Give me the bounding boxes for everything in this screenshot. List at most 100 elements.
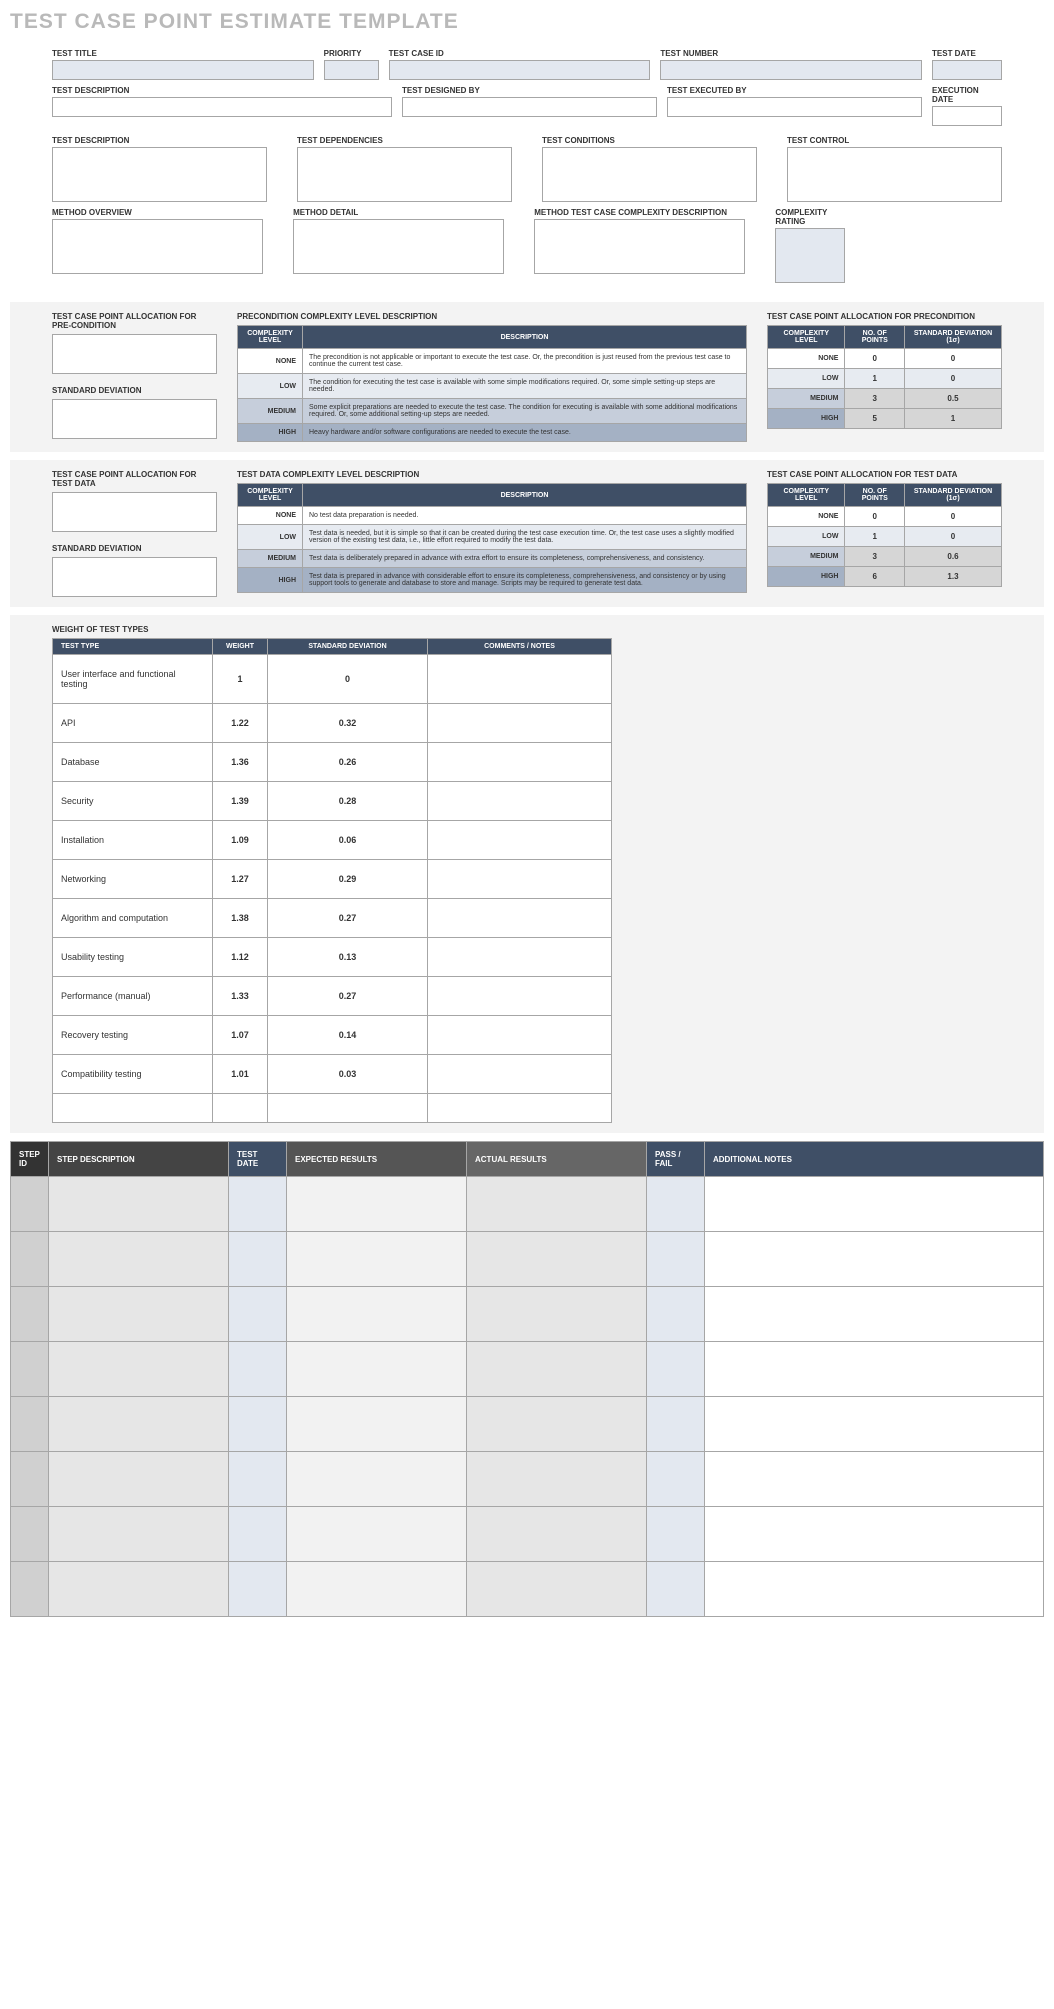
weight-value-cell: 1.36 bbox=[213, 743, 268, 782]
step-expected-cell[interactable] bbox=[287, 1562, 467, 1617]
step-actual-cell[interactable] bbox=[467, 1397, 647, 1452]
step-id-cell[interactable] bbox=[11, 1507, 49, 1562]
step-id-cell[interactable] bbox=[11, 1562, 49, 1617]
th-td-level: COMPLEXITY LEVEL bbox=[238, 484, 303, 507]
step-id-cell[interactable] bbox=[11, 1287, 49, 1342]
input-testdata-sd[interactable] bbox=[52, 557, 217, 597]
input-method-overview[interactable] bbox=[52, 219, 263, 274]
step-expected-cell[interactable] bbox=[287, 1232, 467, 1287]
input-test-case-id[interactable] bbox=[389, 60, 651, 80]
step-actual-cell[interactable] bbox=[467, 1507, 647, 1562]
step-notes-cell[interactable] bbox=[705, 1562, 1044, 1617]
step-passfail-cell[interactable] bbox=[647, 1287, 705, 1342]
input-test-dependencies[interactable] bbox=[297, 147, 512, 202]
step-notes-cell[interactable] bbox=[705, 1177, 1044, 1232]
step-notes-cell[interactable] bbox=[705, 1342, 1044, 1397]
step-date-cell[interactable] bbox=[229, 1452, 287, 1507]
step-date-cell[interactable] bbox=[229, 1397, 287, 1452]
step-date-cell[interactable] bbox=[229, 1507, 287, 1562]
input-complexity-rating[interactable] bbox=[775, 228, 845, 283]
step-actual-cell[interactable] bbox=[467, 1452, 647, 1507]
weight-value-cell bbox=[213, 1094, 268, 1123]
input-test-conditions[interactable] bbox=[542, 147, 757, 202]
input-test-description[interactable] bbox=[52, 147, 267, 202]
step-passfail-cell[interactable] bbox=[647, 1232, 705, 1287]
step-id-cell[interactable] bbox=[11, 1342, 49, 1397]
input-priority[interactable] bbox=[324, 60, 379, 80]
step-expected-cell[interactable] bbox=[287, 1452, 467, 1507]
step-passfail-cell[interactable] bbox=[647, 1397, 705, 1452]
step-notes-cell[interactable] bbox=[705, 1507, 1044, 1562]
step-actual-cell[interactable] bbox=[467, 1232, 647, 1287]
step-id-cell[interactable] bbox=[11, 1177, 49, 1232]
step-id-cell[interactable] bbox=[11, 1452, 49, 1507]
input-testdata-allocation[interactable] bbox=[52, 492, 217, 532]
input-test-date[interactable] bbox=[932, 60, 1002, 80]
step-date-cell[interactable] bbox=[229, 1342, 287, 1397]
label-method-detail: METHOD DETAIL bbox=[293, 208, 504, 217]
step-notes-cell[interactable] bbox=[705, 1397, 1044, 1452]
input-test-title[interactable] bbox=[52, 60, 314, 80]
step-passfail-cell[interactable] bbox=[647, 1507, 705, 1562]
step-passfail-cell[interactable] bbox=[647, 1452, 705, 1507]
step-actual-cell[interactable] bbox=[467, 1287, 647, 1342]
input-test-number[interactable] bbox=[660, 60, 922, 80]
step-date-cell[interactable] bbox=[229, 1177, 287, 1232]
step-desc-cell[interactable] bbox=[49, 1287, 229, 1342]
step-desc-cell[interactable] bbox=[49, 1342, 229, 1397]
step-desc-cell[interactable] bbox=[49, 1232, 229, 1287]
step-notes-cell[interactable] bbox=[705, 1452, 1044, 1507]
input-test-designed-by[interactable] bbox=[402, 97, 657, 117]
input-precond-sd[interactable] bbox=[52, 399, 217, 439]
weight-comment-cell[interactable] bbox=[428, 743, 612, 782]
weight-comment-cell[interactable] bbox=[428, 860, 612, 899]
precond-left-title: TEST CASE POINT ALLOCATION FOR PRE-CONDI… bbox=[52, 312, 217, 330]
step-expected-cell[interactable] bbox=[287, 1287, 467, 1342]
step-date-cell[interactable] bbox=[229, 1232, 287, 1287]
weight-type-cell: Performance (manual) bbox=[53, 977, 213, 1016]
step-id-cell[interactable] bbox=[11, 1397, 49, 1452]
step-desc-cell[interactable] bbox=[49, 1397, 229, 1452]
input-method-complexity-desc[interactable] bbox=[534, 219, 745, 274]
step-desc-cell[interactable] bbox=[49, 1177, 229, 1232]
th-comments: COMMENTS / NOTES bbox=[428, 639, 612, 655]
testdata-left-title: TEST CASE POINT ALLOCATION FOR TEST DATA bbox=[52, 470, 217, 488]
step-id-cell[interactable] bbox=[11, 1232, 49, 1287]
step-notes-cell[interactable] bbox=[705, 1287, 1044, 1342]
label-test-executed-by: TEST EXECUTED BY bbox=[667, 86, 922, 95]
input-method-detail[interactable] bbox=[293, 219, 504, 274]
step-date-cell[interactable] bbox=[229, 1287, 287, 1342]
weight-comment-cell[interactable] bbox=[428, 782, 612, 821]
weight-comment-cell[interactable] bbox=[428, 655, 612, 704]
step-notes-cell[interactable] bbox=[705, 1232, 1044, 1287]
step-expected-cell[interactable] bbox=[287, 1397, 467, 1452]
input-test-executed-by[interactable] bbox=[667, 97, 922, 117]
step-passfail-cell[interactable] bbox=[647, 1342, 705, 1397]
sd-cell: 0.6 bbox=[904, 547, 1001, 567]
input-test-control[interactable] bbox=[787, 147, 1002, 202]
input-execution-date[interactable] bbox=[932, 106, 1002, 126]
step-actual-cell[interactable] bbox=[467, 1342, 647, 1397]
step-expected-cell[interactable] bbox=[287, 1507, 467, 1562]
step-date-cell[interactable] bbox=[229, 1562, 287, 1617]
weight-comment-cell[interactable] bbox=[428, 1016, 612, 1055]
step-passfail-cell[interactable] bbox=[647, 1562, 705, 1617]
step-passfail-cell[interactable] bbox=[647, 1177, 705, 1232]
step-actual-cell[interactable] bbox=[467, 1177, 647, 1232]
weight-comment-cell[interactable] bbox=[428, 938, 612, 977]
step-desc-cell[interactable] bbox=[49, 1562, 229, 1617]
weight-comment-cell[interactable] bbox=[428, 821, 612, 860]
weight-comment-cell[interactable] bbox=[428, 1055, 612, 1094]
weight-comment-cell[interactable] bbox=[428, 899, 612, 938]
input-test-description-top[interactable] bbox=[52, 97, 392, 117]
input-precond-allocation[interactable] bbox=[52, 334, 217, 374]
step-desc-cell[interactable] bbox=[49, 1507, 229, 1562]
weight-comment-cell[interactable] bbox=[428, 704, 612, 743]
weight-comment-cell[interactable] bbox=[428, 1094, 612, 1123]
step-expected-cell[interactable] bbox=[287, 1177, 467, 1232]
weight-comment-cell[interactable] bbox=[428, 977, 612, 1016]
step-desc-cell[interactable] bbox=[49, 1452, 229, 1507]
weight-type-cell: Installation bbox=[53, 821, 213, 860]
step-actual-cell[interactable] bbox=[467, 1562, 647, 1617]
step-expected-cell[interactable] bbox=[287, 1342, 467, 1397]
